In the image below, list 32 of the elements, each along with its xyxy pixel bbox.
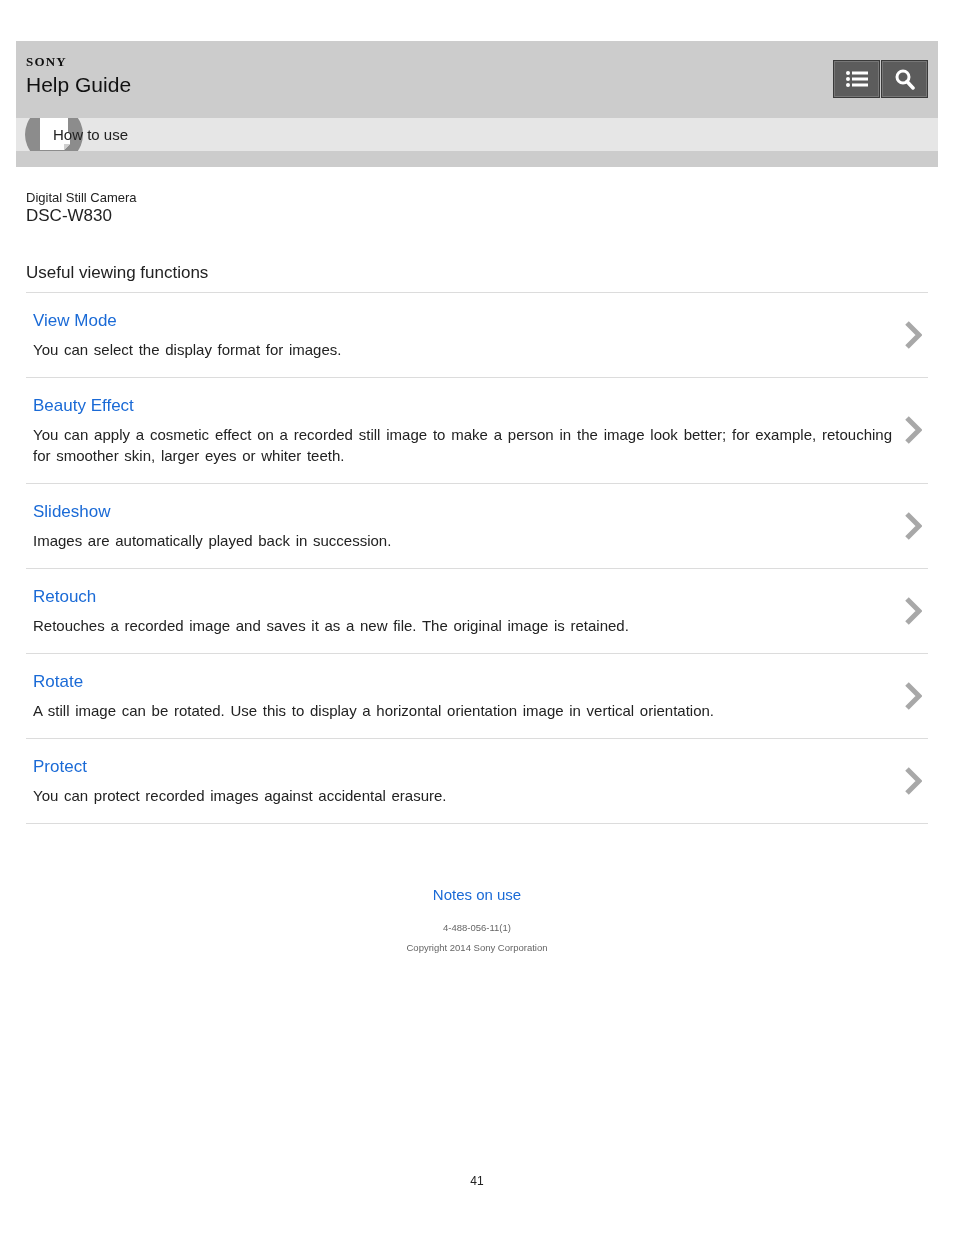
chevron-right-icon[interactable]	[904, 510, 922, 541]
product-model: DSC-W830	[26, 206, 113, 226]
topic-description: You can protect recorded images against accidental erasure.	[33, 786, 448, 806]
topic-link[interactable]: View Mode	[33, 310, 117, 332]
section-title: Useful viewing functions	[26, 263, 928, 293]
product-category: Digital Still Camera	[26, 190, 138, 206]
topic-link[interactable]: Retouch	[33, 586, 97, 608]
copyright-text: Copyright 2014 Sony Corporation	[406, 941, 548, 955]
chevron-right-icon[interactable]	[904, 415, 922, 445]
topic-description: A still image can be rotated. Use this to display a horizontal orientation image in vertical orientation.	[33, 701, 716, 721]
notes-link[interactable]: Notes on use	[432, 885, 522, 905]
chevron-right-icon[interactable]	[904, 680, 922, 711]
topic-link[interactable]: Protect	[33, 756, 87, 778]
site-title: Help Guide	[26, 73, 132, 97]
document-code: 4-488-056-11(1)	[443, 921, 511, 935]
search-icon	[894, 68, 915, 90]
topic-description: Retouches a recorded image and saves it as a new file. The original image is retained.	[33, 616, 630, 636]
brand-logo: SONY	[26, 55, 67, 69]
search-button[interactable]	[881, 60, 928, 98]
topic-description: You can apply a cosmetic effect on a recorded still image to make a person in the image look better; for example, retouching for smoother skin, larger eyes or whiter teeth.	[33, 425, 892, 466]
topic-link[interactable]: Beauty Effect	[33, 395, 134, 417]
chevron-right-icon[interactable]	[904, 765, 922, 796]
contents-button[interactable]	[833, 60, 880, 98]
list-icon	[845, 71, 868, 87]
page-number: 41	[470, 1174, 484, 1188]
topic-link[interactable]: Slideshow	[33, 501, 111, 523]
chevron-right-icon[interactable]	[904, 595, 922, 626]
breadcrumb-link[interactable]: How to use	[53, 125, 129, 144]
topic-description: Images are automatically played back in succession.	[33, 531, 393, 551]
chevron-right-icon[interactable]	[904, 319, 922, 350]
topic-description: You can select the display format for images.	[33, 340, 343, 360]
topic-link[interactable]: Rotate	[33, 671, 84, 693]
